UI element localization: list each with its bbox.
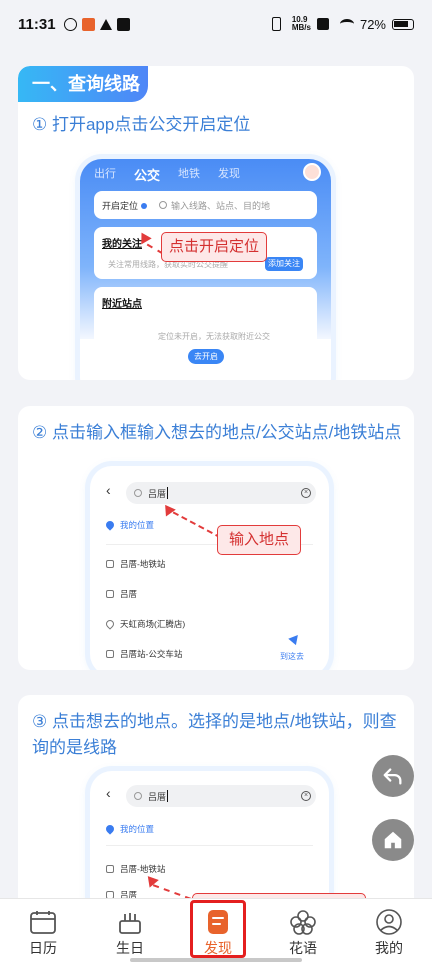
step1-phone-mock: 出行 公交 地铁 发现 开启定位 输入线路、站点、目的地 我的关注 关注常用线路… xyxy=(80,159,331,380)
step3-phone-mock: ‹ 吕厝 × 我的位置 吕厝-地铁站 吕厝 xyxy=(90,771,329,898)
bus-tabs: 出行 公交 地铁 发现 xyxy=(94,165,240,184)
text-caret xyxy=(167,487,169,499)
battery-icon xyxy=(392,18,414,30)
app-notification-icon-2 xyxy=(81,17,95,31)
tab-calendar[interactable]: 日历 xyxy=(8,899,78,964)
locate-toggle: 开启定位 xyxy=(94,199,155,212)
callout-enter-place: 输入地点 xyxy=(217,525,301,555)
step3-text: ③ 点击想去的地点。选择的是地点/地铁站，则查询的是线路 xyxy=(32,712,397,757)
metro-icon xyxy=(106,891,114,898)
tab-metro: 地铁 xyxy=(178,168,201,180)
home-icon xyxy=(384,831,402,849)
section-title: 一、查询线路 xyxy=(18,66,148,102)
tab-profile[interactable]: 我的 xyxy=(354,899,424,964)
my-location-item: 我的位置 xyxy=(104,519,154,531)
undo-button[interactable] xyxy=(372,755,414,797)
place-search-input: 吕厝 xyxy=(126,785,316,807)
metro-icon xyxy=(106,865,114,873)
callout-open-location: 点击开启定位 xyxy=(161,232,267,262)
location-icon xyxy=(141,202,148,209)
tab-label: 花语 xyxy=(289,940,317,956)
tab-birthday[interactable]: 生日 xyxy=(95,899,165,964)
nearby-box: 附近站点 定位未开启，无法获取附近公交 去开启 xyxy=(94,287,317,380)
bus-search-input: 输入线路、站点、目的地 xyxy=(159,199,270,212)
metro-icon xyxy=(106,560,114,568)
content-scroll[interactable]: 一、查询线路 ① 打开app点击公交开启定位 出行 公交 地铁 发现 开启定位 … xyxy=(0,48,432,898)
tab-flower[interactable]: 花语 xyxy=(268,899,338,964)
profile-icon xyxy=(376,909,402,935)
home-button[interactable] xyxy=(372,819,414,861)
pin-icon xyxy=(104,618,116,630)
status-time: 11:31 xyxy=(18,15,56,33)
tab-label: 日历 xyxy=(29,940,57,956)
back-icon: ‹ xyxy=(106,482,111,498)
place-search-input: 吕厝 xyxy=(126,482,316,504)
status-bar: 11:31 10.9 MB/s 72% xyxy=(0,0,432,48)
avatar xyxy=(303,163,321,181)
message-icon xyxy=(116,17,130,31)
battery-percent: 72% xyxy=(359,16,386,32)
tab-bus: 公交 xyxy=(134,168,161,183)
location-icon xyxy=(104,519,116,531)
cake-icon xyxy=(119,913,141,934)
add-follow-button: 添加关注 xyxy=(265,257,303,271)
open-location-button: 去开启 xyxy=(188,349,224,364)
result-item: 吕厝 xyxy=(106,889,137,898)
nearby-desc: 定位未开启，无法获取附近公交 xyxy=(158,332,270,341)
navigate-icon xyxy=(288,631,302,646)
search-icon xyxy=(159,201,168,209)
my-location-item: 我的位置 xyxy=(104,823,154,835)
step1-text: ① 打开app点击公交开启定位 xyxy=(32,115,251,134)
back-icon: ‹ xyxy=(106,785,111,801)
result-item: 天虹商场(汇腾店) xyxy=(104,618,185,630)
step2-phone-mock: ‹ 吕厝 × 我的位置 吕厝-地铁站 吕厝 天虹商场(汇腾店) 吕厝站-公交车站… xyxy=(90,466,329,670)
clear-icon: × xyxy=(301,488,311,498)
app-notification-icon xyxy=(63,17,77,31)
result-item: 吕厝-地铁站 xyxy=(106,558,165,570)
tab-highlight-box xyxy=(190,900,246,958)
nearby-title: 附近站点 xyxy=(102,299,142,310)
undo-icon xyxy=(383,768,402,785)
tab-discover: 发现 xyxy=(218,168,241,180)
step2-text: ② 点击输入框输入想去的地点/公交站点/地铁站点 xyxy=(32,423,402,442)
wifi-icon xyxy=(339,19,354,29)
step1-card: 一、查询线路 ① 打开app点击公交开启定位 出行 公交 地铁 发现 开启定位 … xyxy=(18,66,414,380)
divider xyxy=(106,845,313,846)
calendar-icon xyxy=(30,911,56,934)
tab-travel: 出行 xyxy=(94,168,116,180)
vibrate-icon xyxy=(271,17,281,31)
tab-label: 生日 xyxy=(116,940,144,956)
net-speed: 10.9 MB/s xyxy=(291,15,311,32)
tab-label: 我的 xyxy=(375,940,403,956)
status-right: 10.9 MB/s 72% xyxy=(271,15,414,32)
search-icon xyxy=(134,489,142,497)
sim-icon xyxy=(316,18,329,30)
bus-icon xyxy=(106,650,114,658)
metro-icon xyxy=(106,590,114,598)
go-here-label: 到这去 xyxy=(280,652,304,661)
bell-icon xyxy=(99,18,112,30)
search-icon xyxy=(134,792,142,800)
result-item: 吕厝 xyxy=(106,588,137,600)
step3-card: ③ 点击想去的地点。选择的是地点/地铁站，则查询的是线路 ‹ 吕厝 × 我的位置… xyxy=(18,695,414,898)
step2-card: ② 点击输入框输入想去的地点/公交站点/地铁站点 ‹ 吕厝 × 我的位置 吕厝-… xyxy=(18,406,414,670)
result-item: 吕厝-地铁站 xyxy=(106,863,165,875)
result-item: 吕厝站-公交车站 xyxy=(106,648,182,660)
text-caret xyxy=(167,790,169,802)
home-indicator xyxy=(130,958,302,962)
flower-icon xyxy=(290,910,316,935)
my-follow-title: 我的关注 xyxy=(102,239,142,250)
location-icon xyxy=(104,823,116,835)
bus-search-bar: 开启定位 输入线路、站点、目的地 xyxy=(94,191,317,219)
clear-icon: × xyxy=(301,791,311,801)
